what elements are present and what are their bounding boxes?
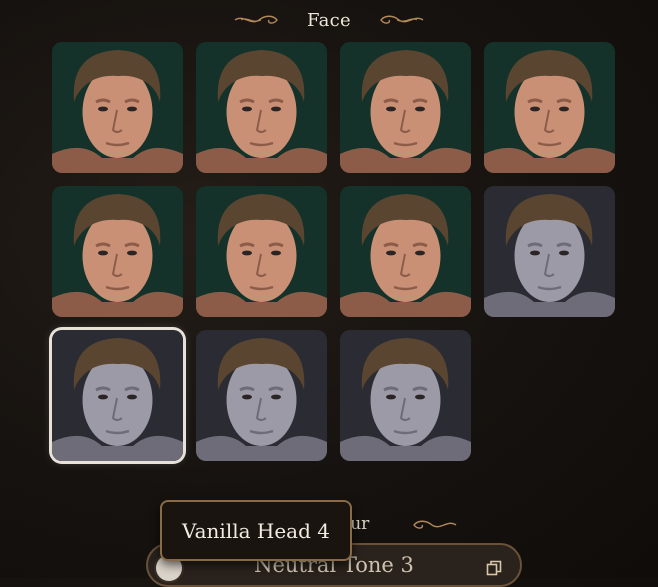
face-option-3[interactable] xyxy=(340,42,471,173)
left-flourish-icon xyxy=(234,15,278,24)
colour-flourish-icon xyxy=(413,520,457,529)
face-portrait-image xyxy=(484,42,615,173)
section-title: Face xyxy=(307,9,351,31)
face-option-7[interactable] xyxy=(340,186,471,317)
face-tooltip: Vanilla Head 4 xyxy=(160,500,352,561)
face-portrait-image xyxy=(340,186,471,317)
face-portrait-image xyxy=(340,330,471,461)
face-option-8[interactable] xyxy=(484,186,615,317)
tooltip-text: Vanilla Head 4 xyxy=(182,518,330,543)
face-portrait-image xyxy=(340,42,471,173)
face-option-2[interactable] xyxy=(196,42,327,173)
face-portrait-image xyxy=(52,186,183,317)
face-option-6[interactable] xyxy=(196,186,327,317)
right-flourish-icon xyxy=(380,15,424,24)
face-option-10[interactable] xyxy=(196,330,327,461)
copy-icon[interactable] xyxy=(486,560,502,576)
face-portrait-image xyxy=(196,186,327,317)
face-portrait-image xyxy=(484,186,615,317)
face-portrait-image xyxy=(196,330,327,461)
face-portrait-image xyxy=(196,42,327,173)
face-portrait-image xyxy=(52,330,183,461)
face-portrait-image xyxy=(52,42,183,173)
face-option-4[interactable] xyxy=(484,42,615,173)
face-option-5[interactable] xyxy=(52,186,183,317)
face-section-header: Face xyxy=(0,8,658,32)
face-option-1[interactable] xyxy=(52,42,183,173)
face-grid xyxy=(52,42,615,461)
face-option-9[interactable] xyxy=(52,330,183,461)
face-option-11[interactable] xyxy=(340,330,471,461)
